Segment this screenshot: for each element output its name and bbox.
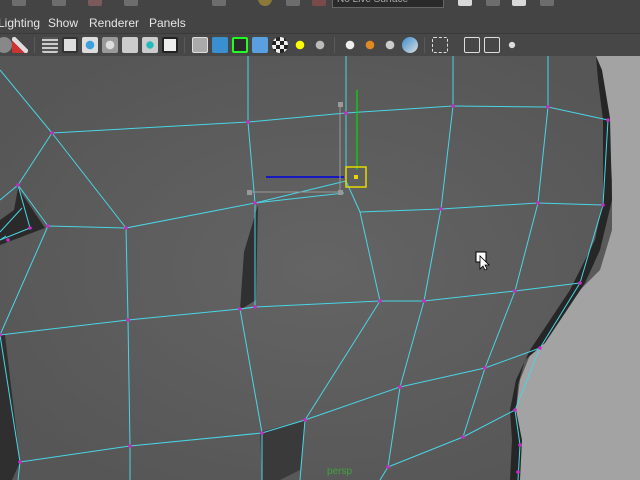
mesh-vertex[interactable] — [422, 299, 426, 303]
mesh-vertex[interactable] — [513, 289, 517, 293]
select-camera-icon[interactable] — [464, 37, 480, 53]
mesh-vertex[interactable] — [344, 111, 348, 115]
mesh-vertex[interactable] — [451, 104, 455, 108]
magnet-icon[interactable] — [312, 0, 326, 6]
ambient-occlusion-icon[interactable] — [362, 37, 378, 53]
live-surface-field[interactable]: No Live Surface — [332, 0, 444, 8]
tool-settings-icon[interactable] — [512, 0, 526, 6]
snap-plane-icon[interactable] — [124, 0, 138, 6]
mesh-vertex[interactable] — [606, 118, 610, 122]
ipr-icon[interactable] — [286, 0, 300, 6]
field-chart-icon[interactable] — [122, 37, 138, 53]
mesh-vertex[interactable] — [461, 435, 465, 439]
render-icon[interactable] — [258, 0, 272, 6]
wireframe-icon[interactable] — [192, 37, 208, 53]
gate-mask-icon[interactable] — [102, 37, 118, 53]
toolbar-separator — [424, 37, 425, 53]
mesh-vertex[interactable] — [253, 305, 257, 309]
mesh-vertex[interactable] — [28, 226, 32, 230]
mesh-vertex[interactable] — [386, 465, 390, 469]
toolbar-separator — [184, 37, 185, 53]
attribute-editor-icon[interactable] — [486, 0, 500, 6]
mesh-vertex[interactable] — [46, 224, 50, 228]
mesh-vertex[interactable] — [518, 443, 522, 447]
face-mesh[interactable] — [0, 56, 640, 480]
menu-show[interactable]: Show — [48, 16, 78, 31]
status-line: No Live Surface — [0, 0, 640, 14]
selected-vertex[interactable] — [354, 175, 358, 179]
high-quality-icon[interactable] — [342, 37, 358, 53]
mesh-vertex[interactable] — [483, 366, 487, 370]
toolbar-separator — [334, 37, 335, 53]
mesh-vertex[interactable] — [303, 418, 307, 422]
mesh-vertex[interactable] — [538, 346, 542, 350]
manipulator-guide-handle[interactable] — [247, 190, 252, 195]
snap-grid-icon[interactable] — [12, 0, 26, 6]
toolbar-separator — [34, 37, 35, 53]
mesh-vertex[interactable] — [398, 385, 402, 389]
share-icon[interactable] — [504, 37, 520, 53]
perspective-viewport[interactable] — [0, 56, 640, 480]
manipulator-guide-handle[interactable] — [338, 190, 343, 195]
mesh-vertex[interactable] — [50, 131, 54, 135]
menu-renderer[interactable]: Renderer — [89, 16, 139, 31]
mesh-vertex[interactable] — [516, 470, 520, 474]
camera-attributes-icon[interactable] — [0, 37, 12, 53]
mesh-vertex[interactable] — [16, 183, 20, 187]
mesh-vertex[interactable] — [128, 444, 132, 448]
safe-title-icon[interactable] — [162, 37, 178, 53]
mesh-vertex[interactable] — [578, 281, 582, 285]
mesh-vertex[interactable] — [246, 120, 250, 124]
mesh-vertex[interactable] — [124, 226, 128, 230]
panel-layout-icon[interactable] — [458, 0, 472, 6]
smooth-shade-icon[interactable] — [212, 37, 228, 53]
mesh-vertex[interactable] — [546, 105, 550, 109]
mesh-vertex[interactable] — [439, 207, 443, 211]
menu-panels[interactable]: Panels — [149, 16, 186, 31]
xray-icon[interactable] — [252, 37, 268, 53]
mesh-vertex[interactable] — [378, 299, 382, 303]
mesh-vertex[interactable] — [126, 318, 130, 322]
isolate-select-icon[interactable] — [432, 37, 448, 53]
wireframe-on-shaded-icon[interactable] — [232, 37, 248, 53]
panel-menu-bar: Lighting Show Renderer Panels — [0, 14, 640, 34]
snap-point-icon[interactable] — [88, 0, 102, 6]
mesh-vertex[interactable] — [238, 307, 242, 311]
mesh-vertex[interactable] — [6, 238, 10, 242]
camera-name-label: persp — [327, 466, 353, 477]
panel-toolbar — [0, 34, 640, 57]
motion-blur-icon[interactable] — [382, 37, 398, 53]
mesh-vertex[interactable] — [601, 203, 605, 207]
pencil-icon[interactable] — [12, 37, 28, 53]
snap-curve-icon[interactable] — [52, 0, 66, 6]
use-all-lights-icon[interactable] — [292, 37, 308, 53]
resolution-gate-icon[interactable] — [82, 37, 98, 53]
mesh-vertex[interactable] — [513, 408, 517, 412]
anti-alias-icon[interactable] — [402, 37, 418, 53]
textured-icon[interactable] — [272, 37, 288, 53]
shadows-icon[interactable] — [312, 37, 328, 53]
menu-lighting[interactable]: Lighting — [0, 16, 40, 31]
channel-box-icon[interactable] — [540, 0, 554, 6]
history-icon[interactable] — [212, 0, 226, 6]
safe-action-icon[interactable] — [142, 37, 158, 53]
mesh-vertex[interactable] — [253, 201, 257, 205]
two-panes-icon[interactable] — [484, 37, 500, 53]
grid-icon[interactable] — [42, 37, 58, 53]
film-gate-icon[interactable] — [62, 37, 78, 53]
mesh-vertex[interactable] — [536, 201, 540, 205]
manipulator-guide-handle[interactable] — [338, 102, 343, 107]
mesh-vertex[interactable] — [260, 431, 264, 435]
mesh-vertex[interactable] — [18, 460, 22, 464]
